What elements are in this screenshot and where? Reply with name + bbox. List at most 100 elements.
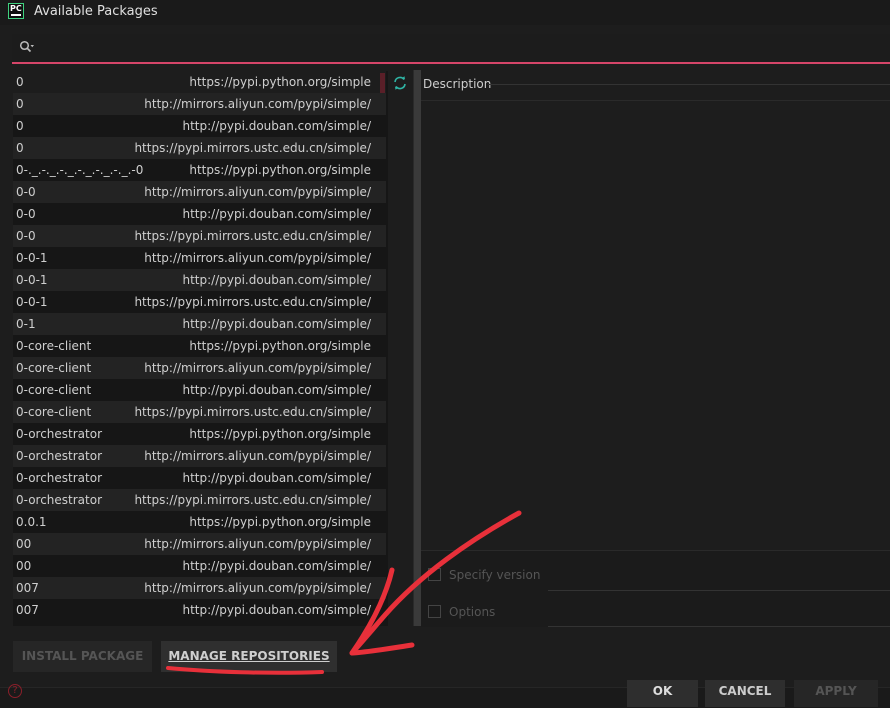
description-header-divider [421, 100, 890, 101]
table-row[interactable]: 0-orchestrator https://pypi.mirrors.ustc.… [13, 489, 386, 511]
package-repository: http://pypi.douban.com/simple/ [182, 603, 371, 617]
options-label: Options [449, 605, 496, 619]
apply-button[interactable]: APPLY [794, 680, 878, 707]
package-repository: http://pypi.douban.com/simple/ [182, 559, 371, 573]
package-name: 0-core-client [16, 339, 92, 353]
package-repository: https://pypi.mirrors.ustc.edu.cn/simple/ [134, 493, 371, 507]
package-list[interactable]: 0 https://pypi.python.org/simple 0 http://m… [13, 71, 388, 626]
package-name: 0-._.-._.-._.-._.-._.-._.-0 [16, 163, 144, 177]
package-repository: http://mirrors.aliyun.com/pypi/simple/ [144, 251, 371, 265]
package-repository: http://pypi.douban.com/simple/ [182, 273, 371, 287]
table-row[interactable]: 0-._.-._.-._.-._.-._.-._.-0 https://pypi.… [13, 159, 386, 181]
package-repository: https://pypi.mirrors.ustc.edu.cn/simple/ [134, 295, 371, 309]
ok-button[interactable]: OK [627, 680, 698, 707]
table-row[interactable]: 00 http://pypi.douban.com/simple/ [13, 555, 386, 577]
package-repository: http://pypi.douban.com/simple/ [182, 207, 371, 221]
table-row[interactable]: 0-0 https://pypi.mirrors.ustc.edu.cn/simp… [13, 225, 386, 247]
refresh-icon[interactable] [392, 75, 408, 91]
table-row[interactable]: 007 http://mirrors.aliyun.com/pypi/simple… [13, 577, 386, 599]
package-name: 0 [16, 119, 24, 133]
package-repository: http://mirrors.aliyun.com/pypi/simple/ [144, 97, 371, 111]
package-name: 0.0.1 [16, 515, 47, 529]
table-row[interactable]: 00 http://mirrors.aliyun.com/pypi/simple/ [13, 533, 386, 555]
package-repository: https://pypi.mirrors.ustc.edu.cn/simple/ [134, 405, 371, 419]
package-repository: https://pypi.python.org/simple [189, 339, 371, 353]
table-row[interactable]: 0-0 http://pypi.douban.com/simple/ [13, 203, 386, 225]
table-row[interactable]: 0 http://pypi.douban.com/simple/ [13, 115, 386, 137]
package-name: 0-core-client [16, 405, 92, 419]
package-repository: http://mirrors.aliyun.com/pypi/simple/ [144, 185, 371, 199]
package-repository: http://pypi.douban.com/simple/ [182, 119, 371, 133]
manage-repositories-button[interactable]: MANAGE REPOSITORIES [161, 641, 337, 672]
description-label: Description [423, 77, 492, 91]
options-field[interactable] [548, 626, 890, 627]
table-row[interactable]: 0 https://pypi.python.org/simple [13, 71, 386, 93]
package-name: 007 [16, 603, 39, 617]
package-repository: http://mirrors.aliyun.com/pypi/simple/ [144, 581, 371, 595]
package-name: 0-0-1 [16, 273, 48, 287]
table-row[interactable]: 0-orchestrator https://pypi.python.org/si… [13, 423, 386, 445]
package-repository: http://pypi.douban.com/simple/ [182, 317, 371, 331]
package-name: 0-0-1 [16, 251, 48, 265]
package-name: 0-0-1 [16, 295, 48, 309]
package-repository: https://pypi.python.org/simple [189, 75, 371, 89]
install-package-button[interactable]: INSTALL PACKAGE [13, 641, 152, 672]
table-row[interactable]: 0-orchestrator http://mirrors.aliyun.com/… [13, 445, 386, 467]
specify-version-field[interactable] [548, 590, 890, 591]
specify-version-label: Specify version [449, 568, 541, 582]
table-row[interactable]: 0-0-1 http://mirrors.aliyun.com/pypi/simp… [13, 247, 386, 269]
package-repository: https://pypi.python.org/simple [189, 427, 371, 441]
logo-text: PC [10, 4, 22, 13]
package-repository: http://mirrors.aliyun.com/pypi/simple/ [144, 361, 371, 375]
package-name: 0-core-client [16, 361, 92, 375]
package-name: 0-0 [16, 185, 36, 199]
package-name: 0-orchestrator [16, 427, 103, 441]
table-row[interactable]: 0-core-client https://pypi.python.org/sim… [13, 335, 386, 357]
package-repository: http://mirrors.aliyun.com/pypi/simple/ [144, 537, 371, 551]
table-row[interactable]: 0-1 http://pypi.douban.com/simple/ [13, 313, 386, 335]
pycharm-logo-icon: PC [8, 3, 24, 19]
package-repository: https://pypi.mirrors.ustc.edu.cn/simple/ [134, 229, 371, 243]
package-name: 0-core-client [16, 383, 92, 397]
package-name: 007 [16, 581, 39, 595]
options-checkbox[interactable] [428, 605, 441, 618]
package-name: 00 [16, 559, 32, 573]
table-row[interactable]: 0-0 http://mirrors.aliyun.com/pypi/simple… [13, 181, 386, 203]
package-name: 0 [16, 97, 24, 111]
cancel-button[interactable]: CANCEL [705, 680, 785, 707]
splitter[interactable] [413, 70, 421, 626]
table-row[interactable]: 0-core-client http://mirrors.aliyun.com/p… [13, 357, 386, 379]
table-row[interactable]: 0-core-client https://pypi.mirrors.ustc.e… [13, 401, 386, 423]
table-row[interactable]: 007 http://pypi.douban.com/simple/ [13, 599, 386, 621]
help-icon[interactable]: ? [8, 684, 22, 698]
table-row[interactable]: 0-0-1 http://pypi.douban.com/simple/ [13, 269, 386, 291]
window-title: Available Packages [34, 4, 158, 19]
title-bar: PC Available Packages [0, 0, 890, 25]
table-row[interactable]: 0-orchestrator http://pypi.douban.com/sim… [13, 467, 386, 489]
package-name: 0-orchestrator [16, 493, 103, 507]
search-input[interactable] [12, 34, 890, 64]
package-name: 0-orchestrator [16, 449, 103, 463]
package-repository: https://pypi.python.org/simple [189, 163, 371, 177]
package-repository: http://mirrors.aliyun.com/pypi/simple/ [144, 449, 371, 463]
package-name: 0-1 [16, 317, 36, 331]
description-separator [488, 84, 890, 85]
table-row[interactable]: 0 https://pypi.mirrors.ustc.edu.cn/simple… [13, 137, 386, 159]
package-repository: https://pypi.python.org/simple [189, 515, 371, 529]
table-row[interactable]: 0-core-client http://pypi.douban.com/simp… [13, 379, 386, 401]
table-row[interactable]: 0 http://mirrors.aliyun.com/pypi/simple/ [13, 93, 386, 115]
package-name: 0-orchestrator [16, 471, 103, 485]
list-scrollbar[interactable] [380, 73, 385, 93]
package-name: 0-0 [16, 207, 36, 221]
specify-version-checkbox[interactable] [428, 568, 441, 581]
package-repository: https://pypi.mirrors.ustc.edu.cn/simple/ [134, 141, 371, 155]
package-repository: http://pypi.douban.com/simple/ [182, 383, 371, 397]
package-name: 0-0 [16, 229, 36, 243]
package-name: 00 [16, 537, 32, 551]
search-icon[interactable] [19, 40, 35, 57]
package-repository: http://pypi.douban.com/simple/ [182, 471, 371, 485]
table-row[interactable]: 0-0-1 https://pypi.mirrors.ustc.edu.cn/si… [13, 291, 386, 313]
package-name: 0 [16, 141, 24, 155]
package-name: 0 [16, 75, 24, 89]
table-row[interactable]: 0.0.1 https://pypi.python.org/simple [13, 511, 386, 533]
